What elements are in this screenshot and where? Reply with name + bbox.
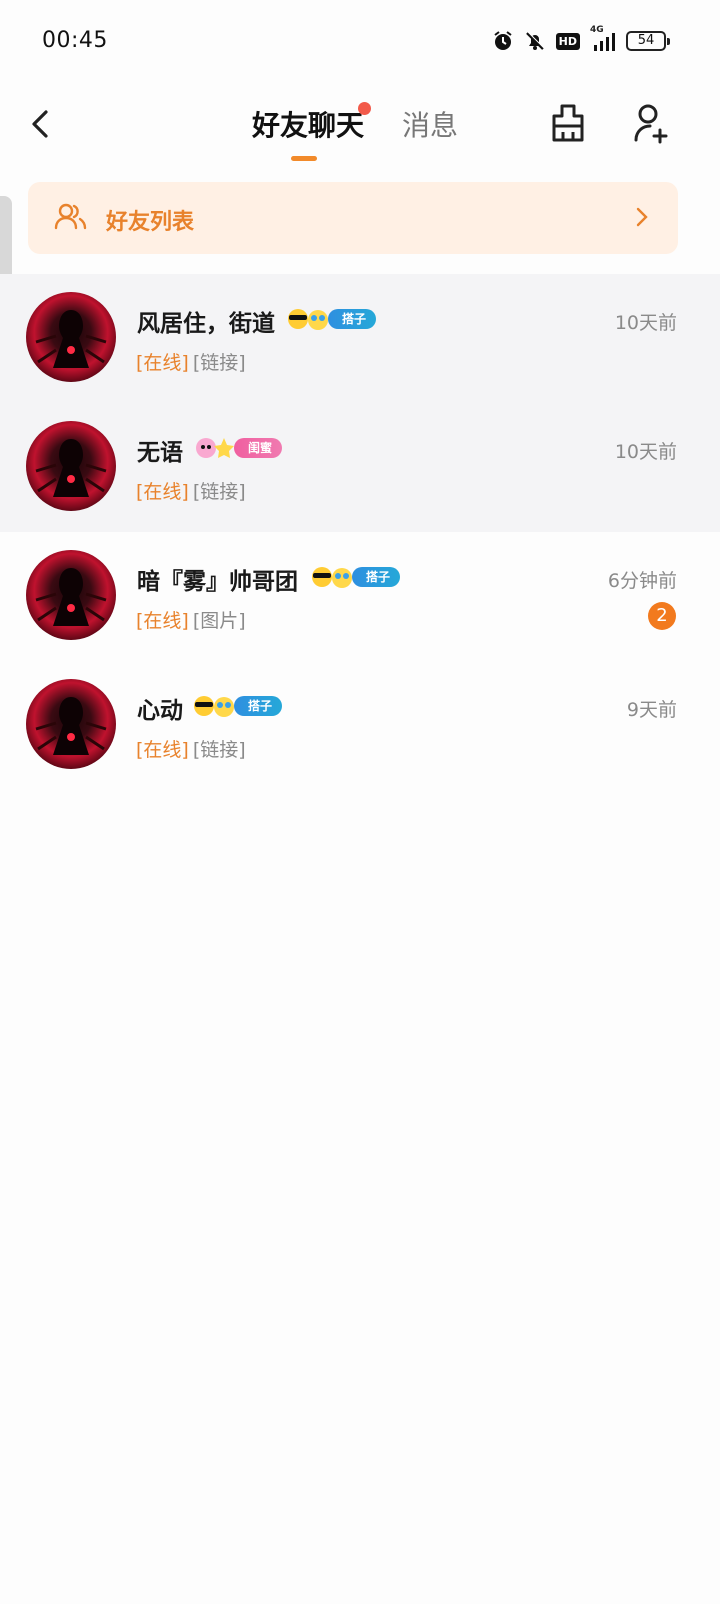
friend-list-label: 好友列表 — [106, 210, 195, 235]
chat-time: 9天前 — [626, 699, 677, 721]
back-button[interactable] — [24, 104, 56, 144]
header: 好友聊天 消息 — [0, 84, 720, 174]
star-emoji-icon — [192, 436, 242, 460]
broom-icon — [552, 104, 584, 142]
mute-bell-icon — [524, 30, 546, 52]
chat-list: 风居住，街道 搭子 10天前 [在线] [链接] 无语 闺蜜 10天前 [在线][… — [0, 274, 720, 790]
chat-name: 风居住，街道 — [137, 311, 275, 337]
last-message: [链接] — [192, 352, 246, 374]
friend-list-entry[interactable]: 好友列表 — [28, 182, 678, 254]
online-status: [在线] — [136, 739, 189, 761]
add-friend-button[interactable] — [632, 102, 672, 146]
relation-badge: 搭子 — [192, 694, 283, 718]
friends-icon — [54, 202, 88, 234]
clean-button[interactable] — [548, 102, 588, 146]
last-message: [链接] — [192, 739, 246, 761]
avatar[interactable] — [26, 292, 116, 382]
battery-icon: 54 — [626, 31, 670, 51]
chat-row[interactable]: 无语 闺蜜 10天前 [在线] [链接] — [0, 403, 720, 532]
chat-name: 暗『雾』帅哥团 — [137, 569, 298, 595]
chat-time: 10天前 — [614, 441, 677, 463]
chat-preview: [在线] [链接] — [136, 735, 246, 762]
chat-preview: [在线] [链接] — [136, 348, 246, 375]
last-message: [链接] — [192, 481, 246, 503]
chat-preview: [在线] [链接] — [136, 477, 246, 504]
tab-notification-dot — [358, 102, 371, 115]
last-message: [图片] — [192, 610, 246, 632]
chevron-left-icon — [32, 110, 48, 138]
hd-icon: HD — [555, 32, 580, 50]
chat-name: 无语 — [137, 440, 183, 466]
tab-friend-chat[interactable]: 好友聊天 — [252, 104, 364, 144]
status-time: 00:45 — [42, 28, 108, 53]
chat-time: 10天前 — [614, 312, 677, 334]
cool-emoji-icon — [192, 694, 242, 718]
avatar[interactable] — [26, 421, 116, 511]
cool-emoji-icon — [286, 307, 336, 331]
network-type: 4G — [590, 25, 604, 35]
relation-badge: 闺蜜 — [192, 436, 283, 460]
tab-messages[interactable]: 消息 — [402, 104, 458, 144]
avatar[interactable] — [26, 679, 116, 769]
chat-time: 6分钟前 — [607, 570, 677, 592]
chat-name: 心动 — [137, 698, 183, 724]
status-icons: HD 4G 54 — [492, 25, 670, 54]
online-status: [在线] — [136, 610, 189, 632]
cool-emoji-icon — [310, 565, 360, 589]
add-user-icon — [634, 104, 668, 144]
avatar[interactable] — [26, 550, 116, 640]
online-status: [在线] — [136, 352, 189, 374]
alarm-icon — [492, 30, 514, 52]
online-status: [在线] — [136, 481, 189, 503]
chat-row[interactable]: 暗『雾』帅哥团 搭子 6分钟前 [在线] [图片] 2 — [0, 532, 720, 661]
relation-badge: 搭子 — [310, 565, 401, 589]
relation-badge: 搭子 — [286, 307, 377, 331]
chevron-right-icon — [636, 207, 648, 231]
unread-count-badge: 2 — [648, 602, 676, 630]
chat-row[interactable]: 风居住，街道 搭子 10天前 [在线] [链接] — [0, 274, 720, 403]
signal-4g-icon: 4G — [590, 25, 616, 53]
chat-row[interactable]: 心动 搭子 9天前 [在线] [链接] — [0, 661, 720, 790]
status-bar: 00:45 HD 4G 54 — [0, 0, 720, 84]
chat-preview: [在线] [图片] — [136, 606, 246, 633]
tab-active-indicator — [291, 156, 317, 161]
